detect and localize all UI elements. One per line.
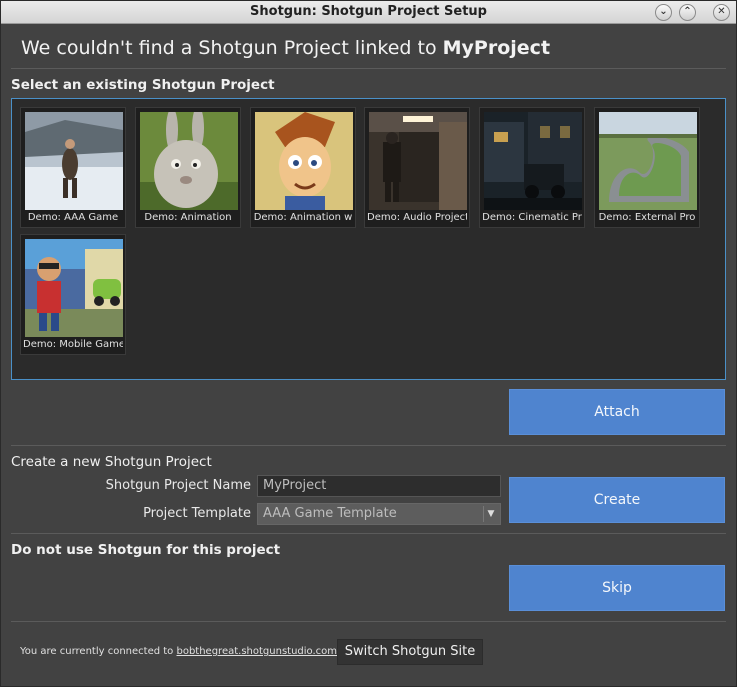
project-tile-label: Demo: External Pro [598,212,696,223]
project-grid[interactable]: Demo: AAA Game Demo: Animation Demo: Ani… [11,98,726,380]
mobile-game-thumbnail [25,239,123,337]
title-bar: Shotgun: Shotgun Project Setup ⌄ ⌃ ✕ [1,1,736,24]
project-name-label: Shotgun Project Name [105,478,251,493]
project-tile-aaa-game[interactable]: Demo: AAA Game [20,107,126,228]
animation-thumbnail [140,112,238,210]
aaa-game-thumbnail [25,112,123,210]
external-thumbnail [599,112,697,210]
create-project-label: Create a new Shotgun Project [11,454,212,470]
switch-site-button[interactable]: Switch Shotgun Site [337,639,483,665]
project-tile-label: Demo: Mobile Game [23,339,123,350]
project-template-value: AAA Game Template [263,506,397,521]
cinematic-thumbnail [484,112,582,210]
chevron-up-icon: ⌃ [683,6,692,17]
project-setup-window: Shotgun: Shotgun Project Setup ⌄ ⌃ ✕ We … [0,0,737,687]
connection-status: You are currently connected to bobthegre… [20,646,340,657]
project-tile-label: Demo: Audio Project [367,212,467,223]
close-button[interactable]: ✕ [713,4,730,21]
page-title: We couldn't find a Shotgun Project linke… [21,37,550,59]
close-icon: ✕ [717,6,726,17]
page-title-prefix: We couldn't find a Shotgun Project linke… [21,37,443,59]
project-tile-audio-project[interactable]: Demo: Audio Project [364,107,470,228]
project-tile-label: Demo: AAA Game [27,212,119,223]
existing-project-label: Select an existing Shotgun Project [11,77,275,93]
connection-prefix: You are currently connected to [20,646,177,657]
project-tile-mobile-game[interactable]: Demo: Mobile Game [20,234,126,355]
skip-shotgun-label: Do not use Shotgun for this project [11,542,281,558]
minimize-button[interactable]: ⌄ [655,4,672,21]
skip-button[interactable]: Skip [509,565,725,611]
animation-w-thumbnail [255,112,353,210]
project-tile-cinematic[interactable]: Demo: Cinematic Pr [479,107,585,228]
window-title: Shotgun: Shotgun Project Setup [250,4,487,19]
create-button[interactable]: Create [509,477,725,523]
maximize-button[interactable]: ⌃ [679,4,696,21]
chevron-down-icon: ▼ [483,506,498,522]
chevron-down-icon: ⌄ [659,6,668,17]
site-link[interactable]: bobthegreat.shotgunstudio.com [176,646,337,657]
divider [11,533,726,534]
project-tile-label: Demo: Cinematic Pr [482,212,582,223]
project-name-input[interactable]: MyProject [257,475,501,497]
project-tile-label: Demo: Animation [144,212,232,223]
attach-button[interactable]: Attach [509,389,725,435]
project-tile-external[interactable]: Demo: External Pro [594,107,700,228]
project-tile-animation[interactable]: Demo: Animation [135,107,241,228]
project-template-select[interactable]: AAA Game Template ▼ [257,503,501,525]
project-template-label: Project Template [143,506,251,521]
divider [11,68,726,69]
audio-project-thumbnail [369,112,467,210]
project-tile-animation-w[interactable]: Demo: Animation w [250,107,356,228]
page-title-project: MyProject [442,37,551,59]
divider [11,445,726,446]
project-tile-label: Demo: Animation w [253,212,353,223]
divider [11,621,726,622]
